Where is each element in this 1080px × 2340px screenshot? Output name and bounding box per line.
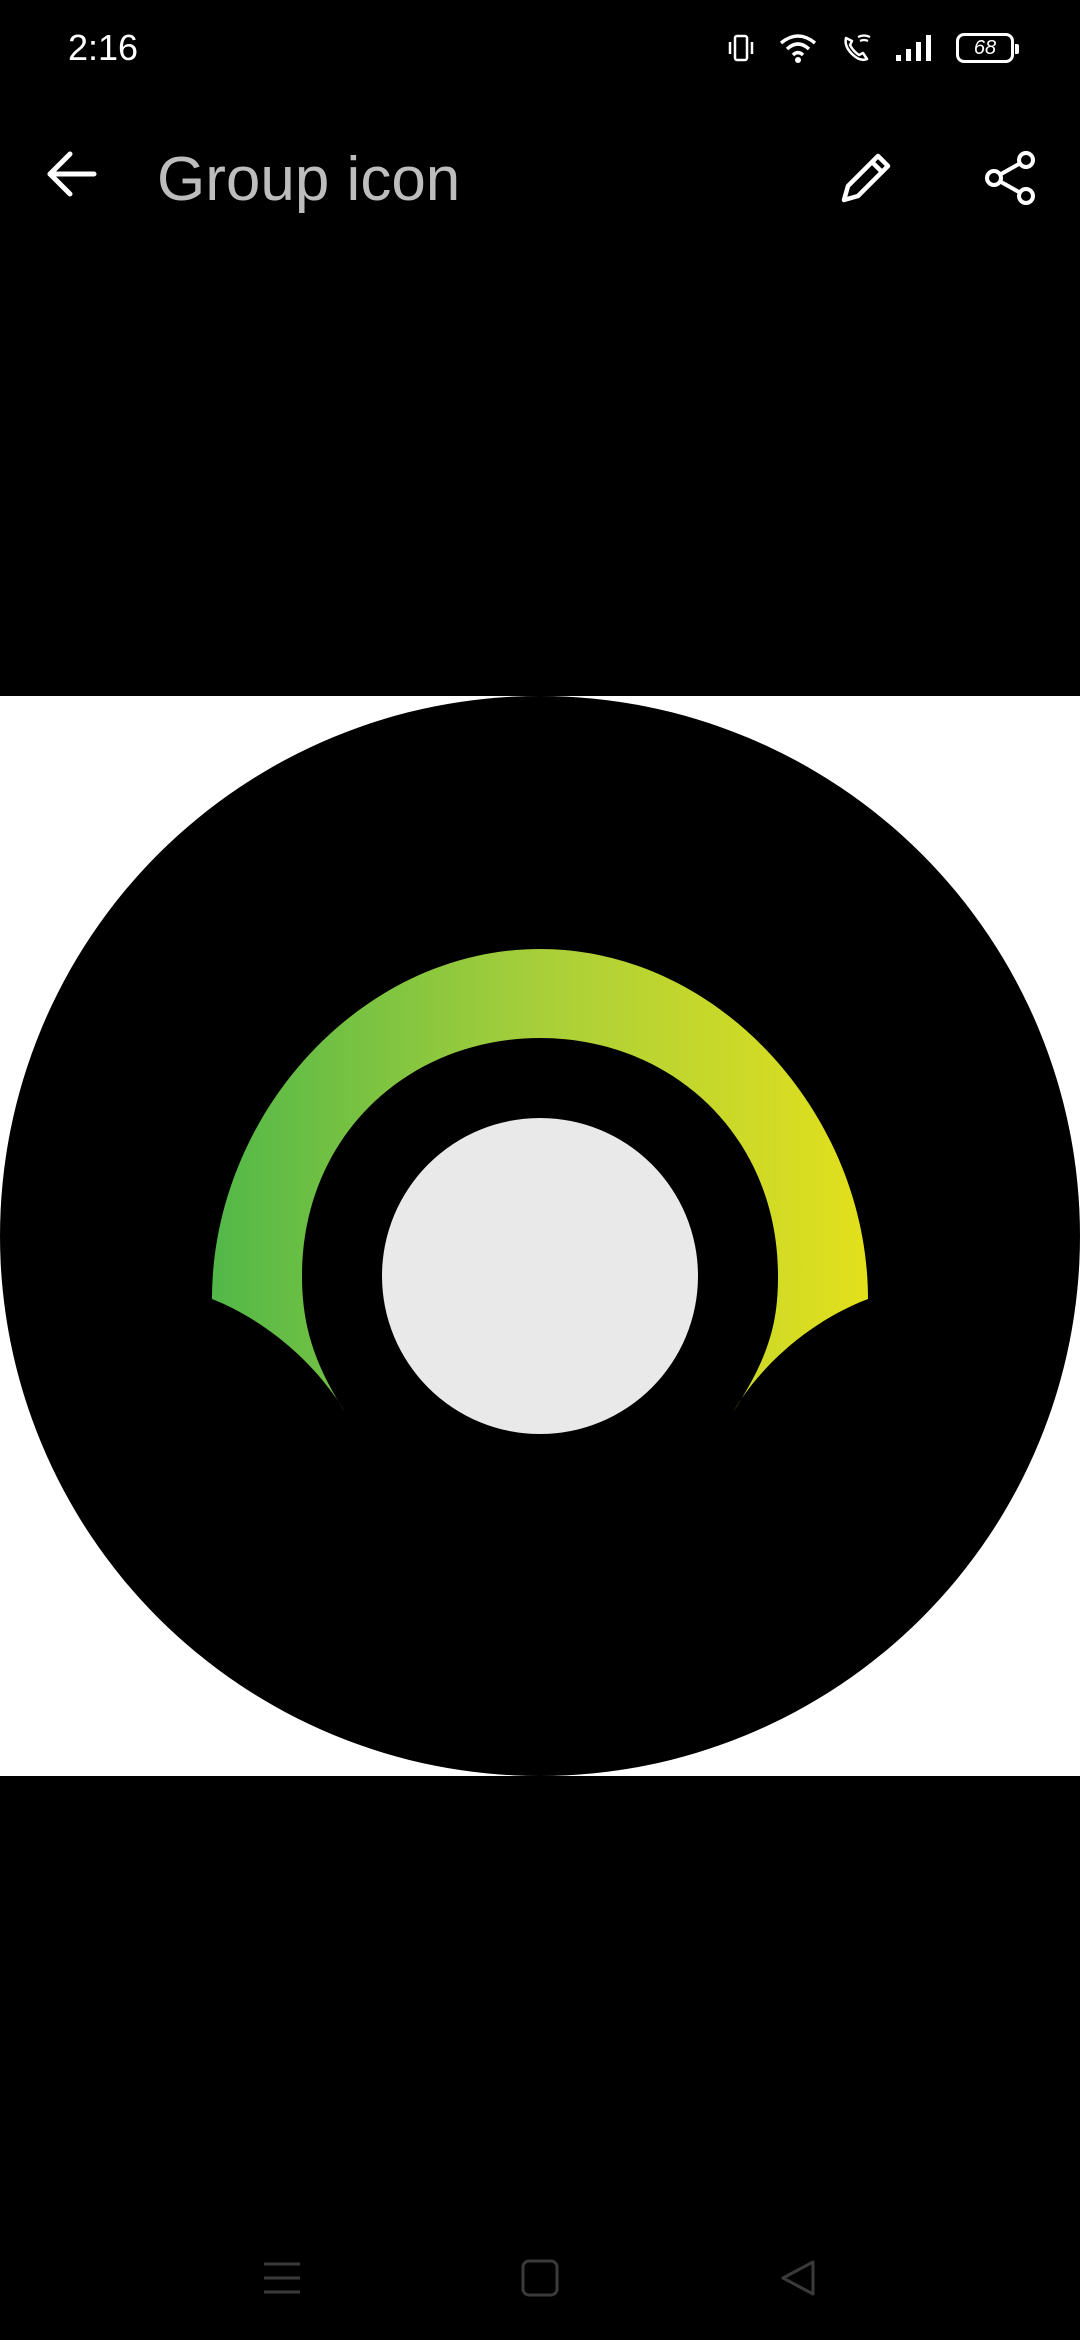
wifi-icon [778,32,818,64]
status-icons: 68 [726,26,1019,70]
share-button[interactable] [970,140,1050,220]
share-icon [980,148,1040,213]
signal-icon [894,33,934,63]
menu-icon [260,2258,304,2303]
back-triangle-icon [778,2258,818,2303]
pencil-icon [836,148,896,213]
recent-apps-button[interactable] [242,2240,322,2320]
status-time: 2:16 [68,27,139,68]
back-button[interactable] [36,140,108,212]
home-button[interactable] [500,2240,580,2320]
page-title: Group icon [157,145,461,214]
vibrate-icon [726,33,756,63]
inner-dot [382,1118,698,1434]
nav-back-button[interactable] [758,2240,838,2320]
status-bar: 2:16 68 [0,0,1080,96]
battery-icon: 68 [956,33,1019,63]
wifi-call-icon [840,32,872,64]
app-bar: Group icon [0,96,1080,268]
arrow-left-icon [44,146,100,207]
edit-button[interactable] [826,140,906,220]
group-icon-image [0,696,1080,1776]
battery-level: 68 [973,37,997,59]
group-avatar-image [0,696,1080,1776]
system-nav-bar [0,2220,1080,2340]
home-icon [520,2258,560,2303]
